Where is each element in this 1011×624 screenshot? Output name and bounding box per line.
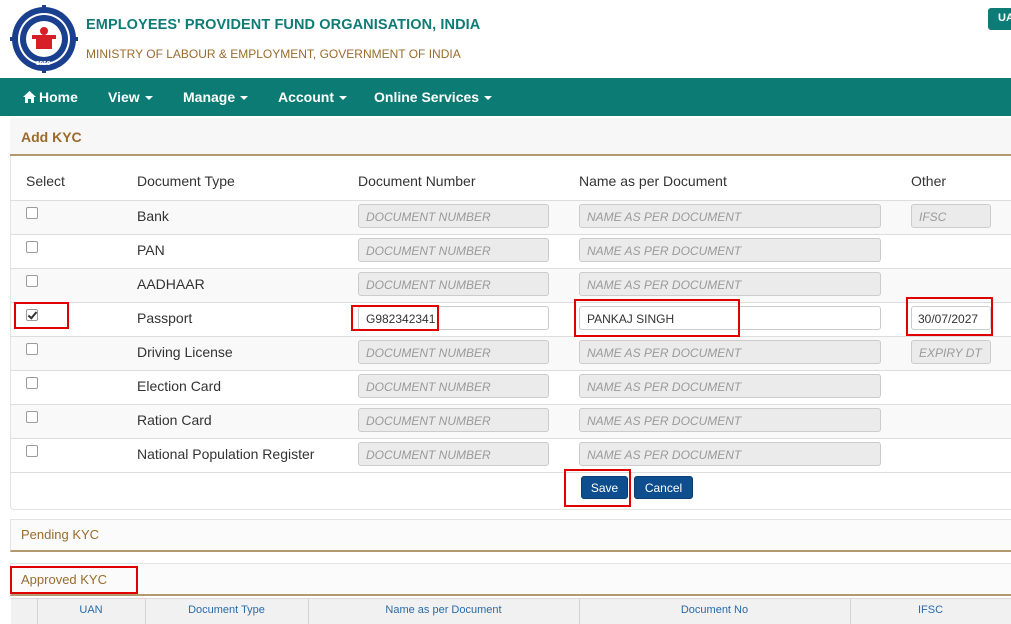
nav-view-label: View <box>108 89 140 105</box>
chevron-down-icon <box>240 96 249 101</box>
name-input-election-card[interactable]: NAME AS PER DOCUMENT <box>579 374 881 398</box>
name-input-ration-card[interactable]: NAME AS PER DOCUMENT <box>579 408 881 432</box>
select-checkbox-pan[interactable] <box>26 241 38 253</box>
ministry-name: MINISTRY OF LABOUR & EMPLOYMENT, GOVERNM… <box>86 47 461 61</box>
highlight-passport-number <box>351 305 439 331</box>
col-header-document-type: Document Type <box>137 173 235 189</box>
chevron-down-icon <box>339 96 347 101</box>
doc-type-pan: PAN <box>137 242 165 258</box>
select-checkbox-driving-license[interactable] <box>26 343 38 355</box>
select-checkbox-aadhaar[interactable] <box>26 275 38 287</box>
document-number-input-bank[interactable]: DOCUMENT NUMBER <box>358 204 549 228</box>
doc-type-election-card: Election Card <box>137 378 222 394</box>
ifsc-input[interactable]: IFSC <box>911 204 991 228</box>
doc-type-bank: Bank <box>137 208 169 224</box>
add-kyc-title: Add KYC <box>21 129 82 145</box>
chevron-down-icon <box>484 96 493 101</box>
select-checkbox-ration-card[interactable] <box>26 411 38 423</box>
grid-col-document-type[interactable]: Document Type <box>145 604 308 616</box>
doc-type-npr: National Population Register <box>137 446 315 462</box>
pending-kyc-panel[interactable] <box>10 519 1011 552</box>
col-header-document-number: Document Number <box>358 173 476 189</box>
grid-col-uan[interactable]: UAN <box>37 604 145 616</box>
nav-account[interactable]: Account <box>278 78 347 116</box>
col-header-name-as-per-document: Name as per Document <box>579 173 727 189</box>
document-number-input-aadhaar[interactable]: DOCUMENT NUMBER <box>358 272 549 296</box>
nav-view[interactable]: View <box>108 78 153 116</box>
epfo-logo-icon: EPFO <box>10 5 78 73</box>
highlight-approved-kyc <box>10 566 138 594</box>
pending-kyc-title[interactable]: Pending KYC <box>21 527 99 542</box>
nav-home-label: Home <box>39 89 78 105</box>
highlight-save-button <box>564 469 631 507</box>
name-input-bank[interactable]: NAME AS PER DOCUMENT <box>579 204 881 228</box>
main-navbar: Home View Manage Account Online Services <box>0 78 1011 116</box>
select-checkbox-bank[interactable] <box>26 207 38 219</box>
document-number-input-pan[interactable]: DOCUMENT NUMBER <box>358 238 549 262</box>
home-icon <box>23 91 36 103</box>
document-number-input-ration-card[interactable]: DOCUMENT NUMBER <box>358 408 549 432</box>
cancel-button[interactable]: Cancel <box>634 476 693 499</box>
highlight-passport-expiry <box>906 297 993 336</box>
document-number-input-election-card[interactable]: DOCUMENT NUMBER <box>358 374 549 398</box>
col-header-select: Select <box>26 173 65 189</box>
name-input-aadhaar[interactable]: NAME AS PER DOCUMENT <box>579 272 881 296</box>
nav-manage-label: Manage <box>183 89 236 105</box>
doc-type-ration-card: Ration Card <box>137 412 212 428</box>
nav-home[interactable]: Home <box>23 78 78 116</box>
expiry-date-input-driving-license[interactable]: EXPIRY DT <box>911 340 991 364</box>
highlight-passport-name <box>574 299 740 337</box>
grid-col-name-as-per-document[interactable]: Name as per Document <box>308 604 579 616</box>
document-number-input-driving-license[interactable]: DOCUMENT NUMBER <box>358 340 549 364</box>
grid-col-ifsc[interactable]: IFSC <box>850 604 1011 616</box>
name-input-pan[interactable]: NAME AS PER DOCUMENT <box>579 238 881 262</box>
svg-text:EPFO: EPFO <box>36 61 51 67</box>
chevron-down-icon <box>144 96 153 101</box>
doc-type-aadhaar: AADHAAR <box>137 276 205 292</box>
nav-manage[interactable]: Manage <box>183 78 249 116</box>
grid-col-document-no[interactable]: Document No <box>579 604 850 616</box>
add-kyc-panel-header <box>10 118 1011 156</box>
nav-account-label: Account <box>278 89 334 105</box>
document-number-input-npr[interactable]: DOCUMENT NUMBER <box>358 442 549 466</box>
highlight-passport-checkbox <box>14 302 69 329</box>
col-header-other: Other <box>911 173 947 189</box>
approved-kyc-panel[interactable] <box>10 563 1011 596</box>
name-input-npr[interactable]: NAME AS PER DOCUMENT <box>579 442 881 466</box>
name-input-driving-license[interactable]: NAME AS PER DOCUMENT <box>579 340 881 364</box>
org-name: EMPLOYEES' PROVIDENT FUND ORGANISATION, … <box>86 17 481 33</box>
select-checkbox-election-card[interactable] <box>26 377 38 389</box>
doc-type-driving-license: Driving License <box>137 344 233 360</box>
doc-type-passport: Passport <box>137 310 193 326</box>
uan-badge[interactable]: UA <box>988 8 1011 30</box>
table-bottom-border <box>11 472 1011 473</box>
nav-online-services-label: Online Services <box>374 89 480 105</box>
site-header: EPFO EMPLOYEES' PROVIDENT FUND ORGANISAT… <box>0 0 1011 78</box>
nav-online-services[interactable]: Online Services <box>374 78 493 116</box>
select-checkbox-npr[interactable] <box>26 445 38 457</box>
